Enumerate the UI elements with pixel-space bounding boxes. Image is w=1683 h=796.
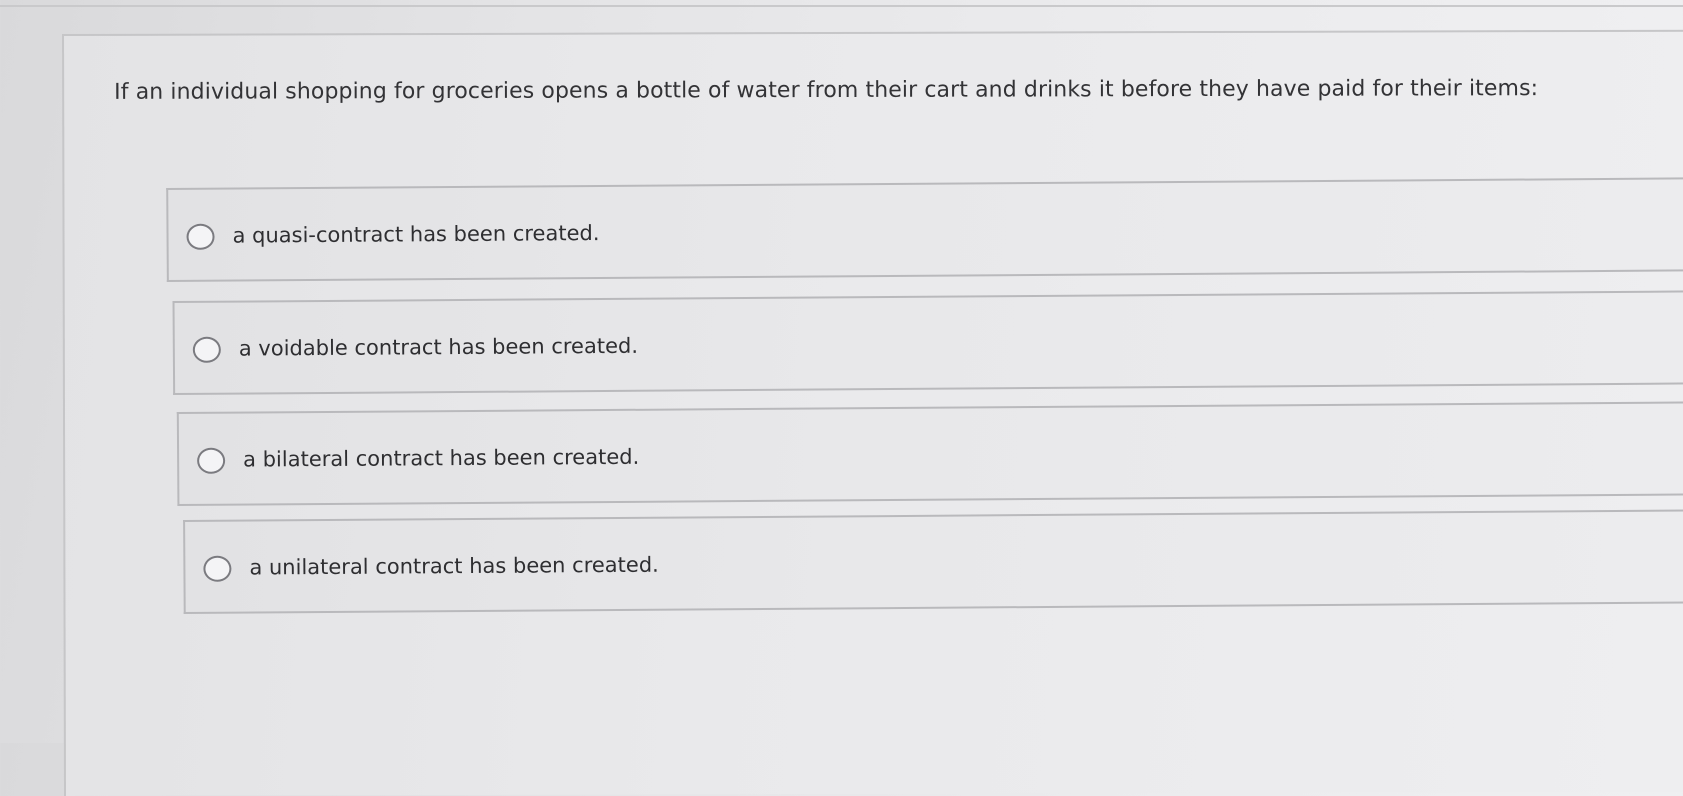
- option-label: a quasi-contract has been created.: [232, 221, 600, 248]
- radio-button-icon[interactable]: [203, 555, 232, 582]
- question-text: If an individual shopping for groceries …: [114, 76, 1539, 105]
- option-label: a voidable contract has been created.: [238, 333, 639, 361]
- radio-button-icon[interactable]: [186, 223, 215, 250]
- option-quasi-contract[interactable]: a quasi-contract has been created.: [166, 177, 1683, 283]
- radio-button-icon[interactable]: [192, 336, 221, 363]
- option-label: a unilateral contract has been created.: [249, 552, 659, 580]
- question-panel: If an individual shopping for groceries …: [62, 29, 1683, 796]
- option-label: a bilateral contract has been created.: [243, 444, 640, 472]
- option-unilateral-contract[interactable]: a unilateral contract has been created.: [183, 509, 1683, 614]
- radio-button-icon[interactable]: [197, 447, 226, 474]
- option-bilateral-contract[interactable]: a bilateral contract has been created.: [176, 401, 1683, 507]
- top-divider: [0, 5, 1683, 7]
- option-voidable-contract[interactable]: a voidable contract has been created.: [172, 290, 1683, 396]
